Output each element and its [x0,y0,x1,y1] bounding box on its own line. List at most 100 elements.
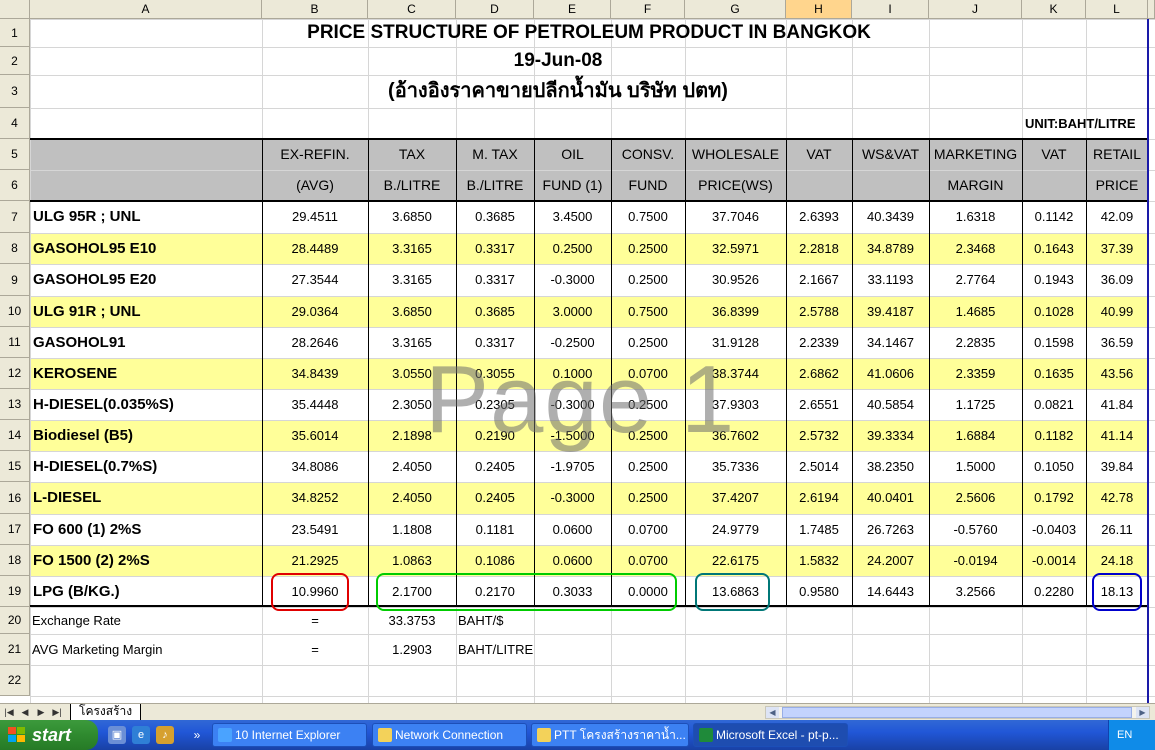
price-cell[interactable]: 40.3439 [852,201,929,233]
price-cell[interactable]: 42.09 [1086,201,1148,233]
price-cell[interactable]: 2.4050 [368,482,456,514]
price-cell[interactable]: 39.84 [1086,451,1148,482]
price-cell[interactable]: 3.0000 [534,296,611,327]
price-cell[interactable]: 2.5014 [786,451,852,482]
next-sheet-icon[interactable]: ▶ [34,705,48,719]
price-cell[interactable]: 3.6850 [368,201,456,233]
price-cell[interactable]: 0.2500 [611,264,685,296]
sheet-tab[interactable]: โครงสร้าง [70,704,142,721]
price-cell[interactable]: 0.1086 [456,545,534,576]
price-cell[interactable]: 36.59 [1086,327,1148,358]
row-header-19[interactable]: 19 [0,576,30,607]
quicklaunch-media-icon[interactable]: ♪ [156,726,174,744]
product-name[interactable]: GASOHOL91 [30,327,262,358]
price-cell[interactable]: 26.11 [1086,514,1148,545]
price-cell[interactable]: 2.3468 [929,233,1022,264]
scroll-thumb[interactable] [782,707,1132,718]
price-cell[interactable]: 29.0364 [262,296,368,327]
price-cell[interactable]: 13.6863 [685,576,786,607]
price-cell[interactable]: 2.6194 [786,482,852,514]
price-cell[interactable]: 35.7336 [685,451,786,482]
product-name[interactable]: GASOHOL95 E10 [30,233,262,264]
row-header-14[interactable]: 14 [0,420,30,451]
product-name[interactable]: LPG (B/KG.) [30,576,262,607]
row-header-17[interactable]: 17 [0,514,30,545]
price-cell[interactable]: 38.2350 [852,451,929,482]
price-cell[interactable]: 1.5000 [929,451,1022,482]
price-cell[interactable]: 0.2500 [611,327,685,358]
price-cell[interactable]: 10.9960 [262,576,368,607]
price-cell[interactable]: 1.0863 [368,545,456,576]
price-cell[interactable]: 40.5854 [852,389,929,420]
price-cell[interactable]: 23.5491 [262,514,368,545]
row-header-22[interactable]: 22 [0,665,30,696]
price-cell[interactable]: 34.8789 [852,233,929,264]
row-header-2[interactable]: 2 [0,47,30,75]
price-cell[interactable]: 1.5832 [786,545,852,576]
exchange-value[interactable]: 33.3753 [368,607,456,634]
price-cell[interactable]: 0.0600 [534,514,611,545]
column-header-h[interactable]: H [786,0,852,19]
price-cell[interactable]: 0.2500 [534,233,611,264]
row-header-21[interactable]: 21 [0,634,30,665]
price-cell[interactable]: 26.7263 [852,514,929,545]
price-cell[interactable]: 0.0600 [534,545,611,576]
row-header-7[interactable]: 7 [0,201,30,233]
price-cell[interactable]: 2.1700 [368,576,456,607]
price-cell[interactable]: 34.8252 [262,482,368,514]
price-cell[interactable]: 36.7602 [685,420,786,451]
row-header-4[interactable]: 4 [0,108,30,139]
price-cell[interactable]: 3.3165 [368,233,456,264]
column-header-f[interactable]: F [611,0,685,19]
price-cell[interactable]: 34.1467 [852,327,929,358]
price-cell[interactable]: 0.2500 [611,451,685,482]
price-cell[interactable]: 35.4448 [262,389,368,420]
price-cell[interactable]: -0.3000 [534,482,611,514]
product-name[interactable]: FO 1500 (2) 2%S [30,545,262,576]
price-cell[interactable]: 0.1050 [1022,451,1086,482]
taskbar-internet-explorer[interactable]: 10 Internet Explorer [212,723,367,747]
row-header-15[interactable]: 15 [0,451,30,482]
price-cell[interactable]: 41.14 [1086,420,1148,451]
price-cell[interactable]: -1.5000 [534,420,611,451]
price-cell[interactable]: 27.3544 [262,264,368,296]
price-cell[interactable]: 0.0700 [611,514,685,545]
select-all-corner[interactable] [0,0,30,19]
last-sheet-icon[interactable]: ▶| [50,705,64,719]
price-cell[interactable]: 35.6014 [262,420,368,451]
row-header-18[interactable]: 18 [0,545,30,576]
row-header-6[interactable]: 6 [0,170,30,201]
price-cell[interactable]: 2.6393 [786,201,852,233]
price-cell[interactable]: 41.84 [1086,389,1148,420]
price-cell[interactable]: -1.9705 [534,451,611,482]
price-cell[interactable]: 1.6318 [929,201,1022,233]
price-cell[interactable]: 39.3334 [852,420,929,451]
price-cell[interactable]: 28.2646 [262,327,368,358]
row-header-8[interactable]: 8 [0,233,30,264]
price-cell[interactable]: 2.2835 [929,327,1022,358]
price-cell[interactable]: 0.1635 [1022,358,1086,389]
price-cell[interactable]: 40.99 [1086,296,1148,327]
price-cell[interactable]: 32.5971 [685,233,786,264]
quicklaunch-desktop-icon[interactable]: ▣ [108,726,126,744]
taskbar-ptt-folder[interactable]: PTT โครงสร้างราคาน้ำ... [531,723,689,747]
price-cell[interactable]: 3.3165 [368,327,456,358]
product-name[interactable]: ULG 95R ; UNL [30,201,262,233]
price-cell[interactable]: 37.4207 [685,482,786,514]
column-header-e[interactable]: E [534,0,611,19]
price-cell[interactable]: 3.6850 [368,296,456,327]
price-cell[interactable]: 0.1181 [456,514,534,545]
price-cell[interactable]: 2.2339 [786,327,852,358]
column-header-i[interactable]: I [852,0,929,19]
price-cell[interactable]: 30.9526 [685,264,786,296]
price-cell[interactable]: 18.13 [1086,576,1148,607]
price-cell[interactable]: 31.9128 [685,327,786,358]
scroll-right-icon[interactable]: ▶ [1136,707,1149,718]
price-cell[interactable]: 2.6551 [786,389,852,420]
price-cell[interactable]: 0.2500 [611,389,685,420]
column-header-c[interactable]: C [368,0,456,19]
product-name[interactable]: H-DIESEL(0.7%S) [30,451,262,482]
price-cell[interactable]: 0.3685 [456,201,534,233]
price-cell[interactable]: 41.0606 [852,358,929,389]
price-cell[interactable]: 0.1000 [534,358,611,389]
